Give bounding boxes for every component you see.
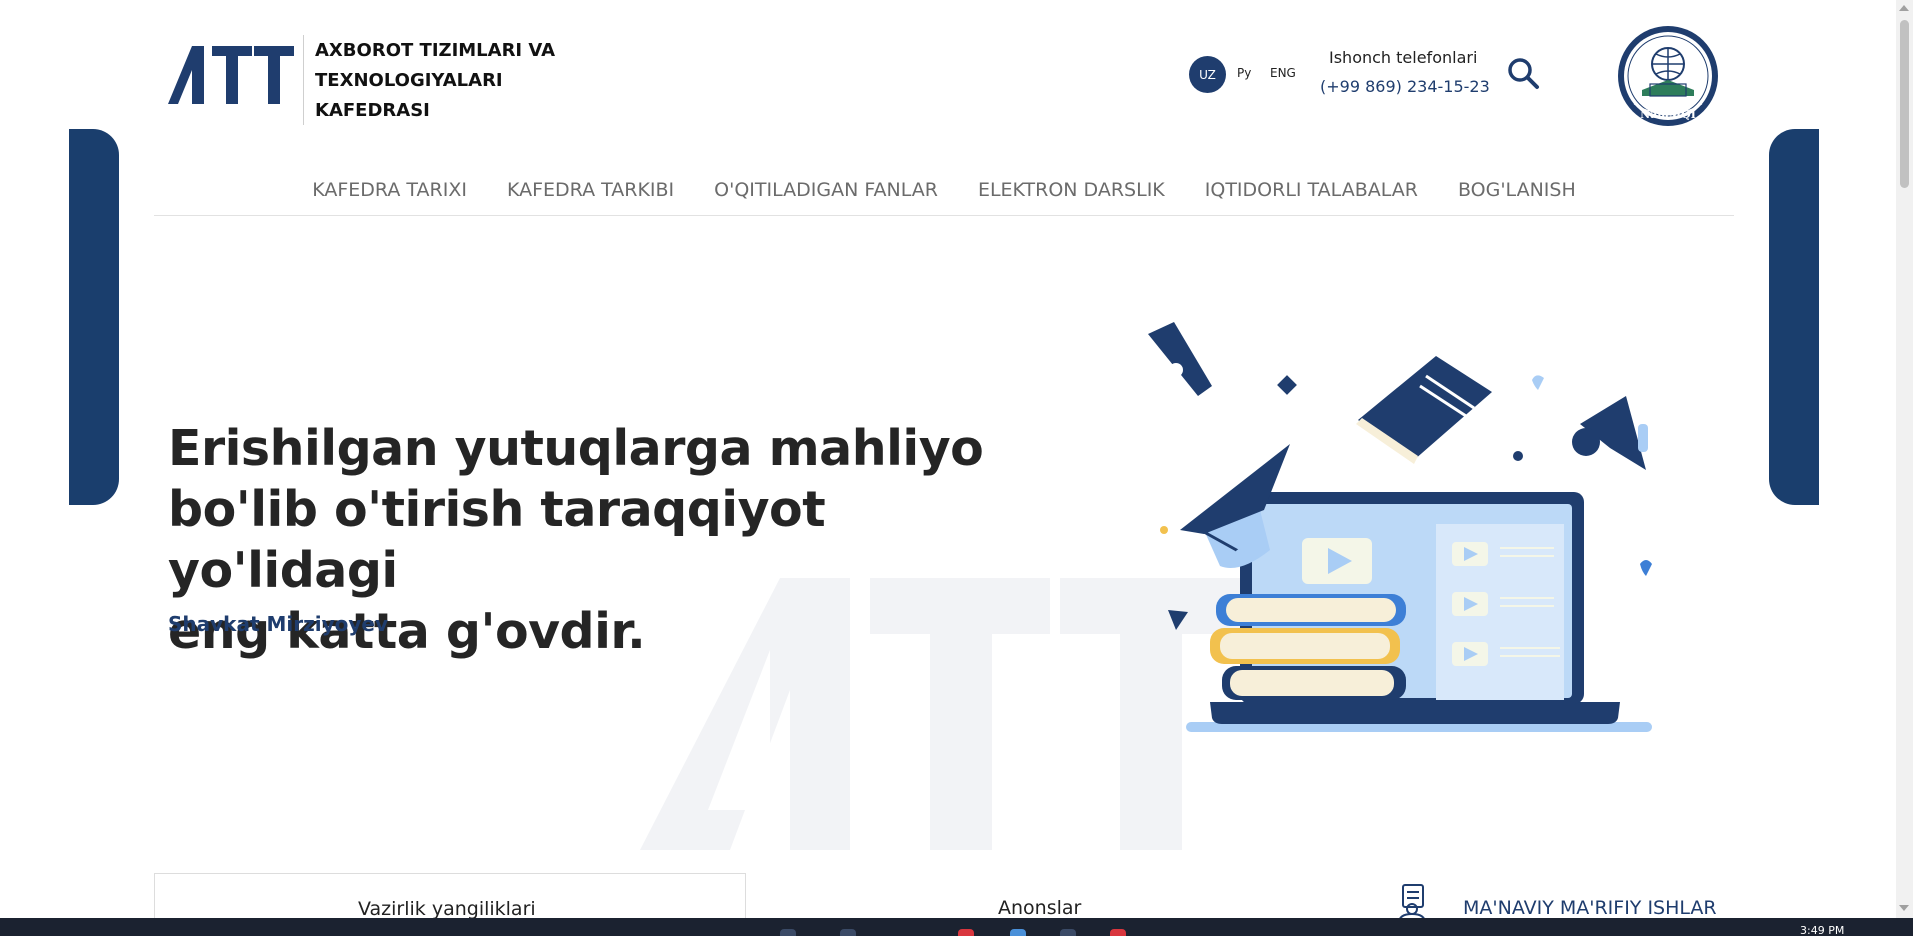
nav-item-kafedra-tarixi[interactable]: KAFEDRA TARIXI (312, 170, 467, 215)
search-icon[interactable] (1506, 56, 1540, 90)
hero-quote-author: Shavkat Mirziyoyev (168, 612, 389, 636)
hero-quote-line: bo'lib o'tirish taraqqiyot yo'lidagi (168, 481, 826, 599)
department-name-line: AXBOROT TIZIMLARI VA (315, 40, 556, 61)
hotline-phone[interactable]: (+99 869) 234-15-23 (1320, 77, 1490, 96)
nav-item-oqitiladigan-fanlar[interactable]: O'QITILADIGAN FANLAR (714, 170, 938, 215)
nav-item-elektron-darslik[interactable]: ELEKTRON DARSLIK (978, 170, 1165, 215)
department-name-line: TEXNOLOGIYALARI (315, 70, 503, 91)
decorative-side-block-left (69, 129, 119, 505)
hero-quote-line: Erishilgan yutuqlarga mahliyo (168, 420, 984, 477)
university-logo-text: NamMQI (1640, 108, 1696, 121)
tab-anonslar[interactable]: Anonslar (998, 897, 1081, 919)
decorative-side-block-right (1769, 129, 1819, 505)
taskbar-clock[interactable]: 3:49 PM (1800, 925, 1844, 936)
language-en-button[interactable]: ENG (1270, 66, 1296, 80)
tab-manaviy-marifiy-ishlar[interactable]: MA'NAVIY MA'RIFIY ISHLAR (1463, 897, 1717, 919)
tab-vazirlik-yangiliklari[interactable]: Vazirlik yangiliklari (358, 898, 536, 920)
taskbar-app-icon[interactable] (1060, 929, 1076, 936)
hotline-label: Ishonch telefonlari (1329, 48, 1478, 67)
department-name: AXBOROT TIZIMLARI VA TEXNOLOGIYALARI KAF… (315, 36, 575, 126)
nav-item-kafedra-tarkibi[interactable]: KAFEDRA TARKIBI (507, 170, 674, 215)
scroll-up-arrow-icon[interactable] (1899, 5, 1909, 11)
document-person-icon (1398, 884, 1426, 923)
university-emblem-icon[interactable]: NamMQI (1616, 24, 1720, 128)
scroll-down-arrow-icon[interactable] (1899, 905, 1909, 911)
taskbar-app-icon[interactable] (958, 929, 974, 936)
department-name-line: KAFEDRASI (315, 100, 430, 121)
main-nav: KAFEDRA TARIXI KAFEDRA TARKIBI O'QITILAD… (154, 170, 1734, 216)
nav-item-boglanish[interactable]: BOG'LANISH (1458, 170, 1576, 215)
os-taskbar (0, 918, 1913, 936)
taskbar-app-icon[interactable] (840, 929, 856, 936)
logo-divider (303, 35, 304, 125)
nav-item-iqtidorli-talabalar[interactable]: IQTIDORLI TALABALAR (1205, 170, 1418, 215)
language-ru-button[interactable]: Ру (1237, 66, 1251, 80)
taskbar-app-icon[interactable] (780, 929, 796, 936)
taskbar-app-icon[interactable] (1110, 929, 1126, 936)
taskbar-app-icon[interactable] (1010, 929, 1026, 936)
scrollbar-thumb[interactable] (1900, 20, 1909, 188)
language-uz-button[interactable]: UZ (1189, 56, 1226, 93)
education-illustration (1148, 322, 1652, 732)
att-logo-icon[interactable] (168, 44, 296, 104)
